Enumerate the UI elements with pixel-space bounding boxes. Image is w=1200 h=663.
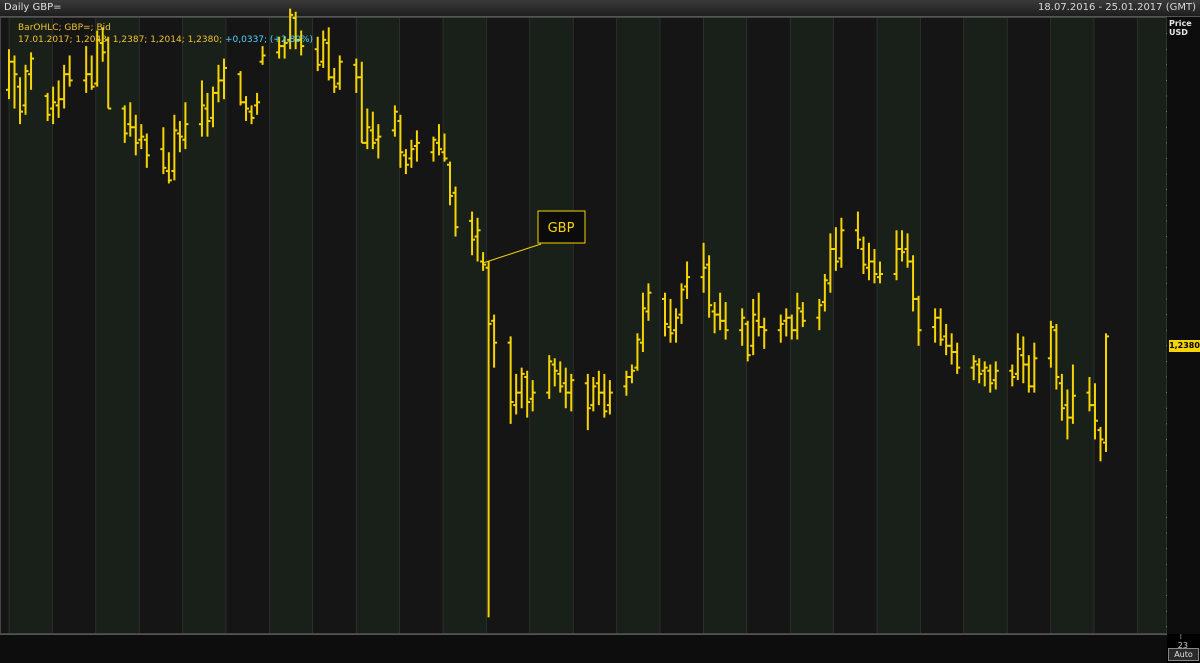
ohlc-bar [1097,426,1104,462]
x-axis[interactable] [0,634,1167,663]
ohlc-bar [143,133,150,168]
ohlc-bar [171,114,178,181]
legend-change: +0,0337; (+2,80%) [224,35,314,45]
ohlc-bar [402,149,409,175]
ohlc-bar [513,373,520,415]
ohlc-bar [838,217,845,268]
ohlc-bar [865,242,872,281]
ohlc-bar [524,370,531,418]
ohlc-chart[interactable]: 1,1451,151,1551,161,1651,171,1751,181,18… [0,0,1200,662]
ohlc-bar [777,314,784,343]
y-axis-unit: USD [1169,28,1188,37]
ohlc-bar [248,105,255,125]
ohlc-bar [755,292,762,337]
chart-legend: BarOHLC; GBP=; Bid 17.01.2017; 1,2043; 1… [18,22,313,46]
ohlc-bar [1103,333,1109,452]
ohlc-bar [673,308,680,343]
ohlc-bar [606,380,613,415]
ohlc-bar [678,283,685,324]
ohlc-bar [320,30,327,68]
ohlc-bar [860,236,867,274]
ohlc-bar [176,121,183,153]
ohlc-bar [55,80,62,118]
last-price-label: 1,2380 [1169,340,1200,352]
ohlc-bar [595,370,602,406]
ohlc-bar [243,96,250,122]
ohlc-bar [932,308,939,343]
ohlc-bar [761,317,768,349]
ohlc-bar [430,136,437,162]
ohlc-bar [584,373,591,431]
week-band [269,18,313,633]
y-axis[interactable]: Price USD [1167,17,1200,634]
week-band [963,18,1008,633]
week-band [616,18,660,633]
ohlc-bar [590,377,597,412]
y-axis-header: Price USD [1169,19,1192,37]
legend-series: BarOHLC; GBP=; Bid [18,23,111,33]
ohlc-bar [336,55,343,90]
ohlc-bar [1031,342,1038,393]
auto-scale-button[interactable]: Auto [1168,648,1199,661]
ohlc-bar [1025,355,1032,393]
ohlc-bar [491,314,498,368]
ohlc-bar [314,36,321,72]
ohlc-bar [1014,333,1021,381]
week-band [9,18,53,633]
week-band [182,18,226,633]
legend-ohlc: 17.01.2017; 1,2043; 1,2387; 1,2014; 1,23… [18,35,223,45]
ohlc-bar [937,308,944,346]
ohlc-bar [783,308,790,337]
ohlc-bar [88,55,95,90]
ohlc-bar [943,323,950,356]
week-band [443,18,487,633]
ohlc-bar [871,249,878,284]
week-band [877,18,921,633]
ohlc-bar [518,367,525,409]
ohlc-bar [667,298,674,343]
ohlc-bar [237,71,244,106]
ohlc-bar [507,336,514,424]
ohlc-bar [331,67,338,93]
ohlc-bar [435,124,442,156]
ohlc-bar [259,46,266,65]
ohlc-bar [61,64,68,109]
ohlc-bar [83,46,90,93]
week-band [95,18,140,633]
ohlc-bar [325,27,332,81]
ohlc-bar [413,130,420,162]
ohlc-bar [854,211,861,250]
ohlc-bar [160,127,167,175]
ohlc-bar [408,139,415,168]
ohlc-bar [948,333,955,365]
ohlc-bar [1009,364,1016,387]
ohlc-bar [750,298,757,356]
ohlc-bar [1020,336,1027,384]
annotation-label: GBP [548,221,575,236]
y-axis-title: Price [1169,19,1192,28]
legend-values: 17.01.2017; 1,2043; 1,2387; 1,2014; 1,23… [18,34,313,46]
ohlc-bar [601,373,608,418]
ohlc-bar [66,55,73,87]
ohlc-bar [954,342,961,374]
ohlc-bar [684,261,691,299]
ohlc-bar [661,292,668,337]
ohlc-bar [254,92,261,115]
week-band [529,18,574,633]
ohlc-bar [165,152,172,184]
